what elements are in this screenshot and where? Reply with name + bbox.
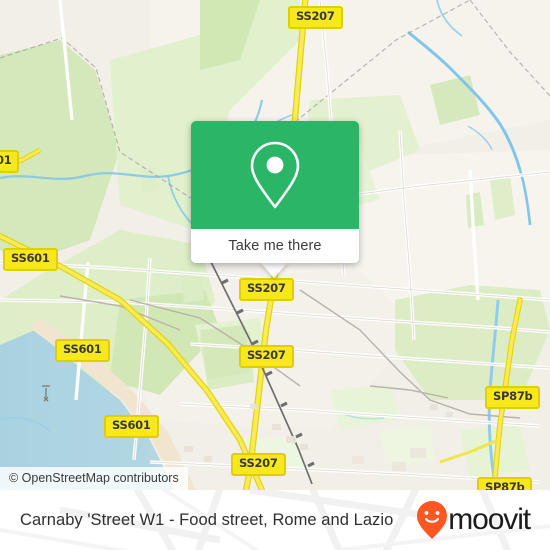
footer-bar: Carnaby 'Street W1 - Food street, Rome a…: [0, 490, 550, 550]
road-shield: 01: [0, 150, 20, 173]
road-shield: SS207: [239, 345, 294, 368]
moovit-brand-logo[interactable]: moovit: [415, 500, 536, 540]
road-shield: SS601: [104, 415, 159, 438]
popup-pointer: [260, 262, 288, 278]
road-shield: SP87b: [485, 386, 541, 409]
map-canvas[interactable]: SS207 01 SS601 SS207 SS601 SS207 SP87b S…: [0, 0, 550, 490]
road-shield: SS601: [3, 248, 58, 271]
take-me-there-button[interactable]: Take me there: [191, 229, 359, 263]
location-popup[interactable]: Take me there: [191, 121, 359, 263]
road-shield: SS207: [288, 6, 343, 29]
page-title: Carnaby 'Street W1 - Food street, Rome a…: [20, 510, 394, 529]
road-shield: SS207: [231, 453, 286, 476]
road-shield: SS601: [55, 339, 110, 362]
moovit-map-screenshot: SS207 01 SS601 SS207 SS601 SS207 SP87b S…: [0, 0, 550, 550]
moovit-smiley-pin-icon: [417, 501, 448, 539]
map-pin-icon: [250, 141, 300, 209]
popup-header: [191, 121, 359, 229]
osm-attribution[interactable]: © OpenStreetMap contributors: [0, 467, 188, 490]
road-shield: SP87b: [477, 477, 533, 490]
moovit-wordmark: moovit: [448, 503, 531, 536]
road-shield: SS207: [239, 278, 294, 301]
take-me-there-label: Take me there: [228, 238, 322, 254]
